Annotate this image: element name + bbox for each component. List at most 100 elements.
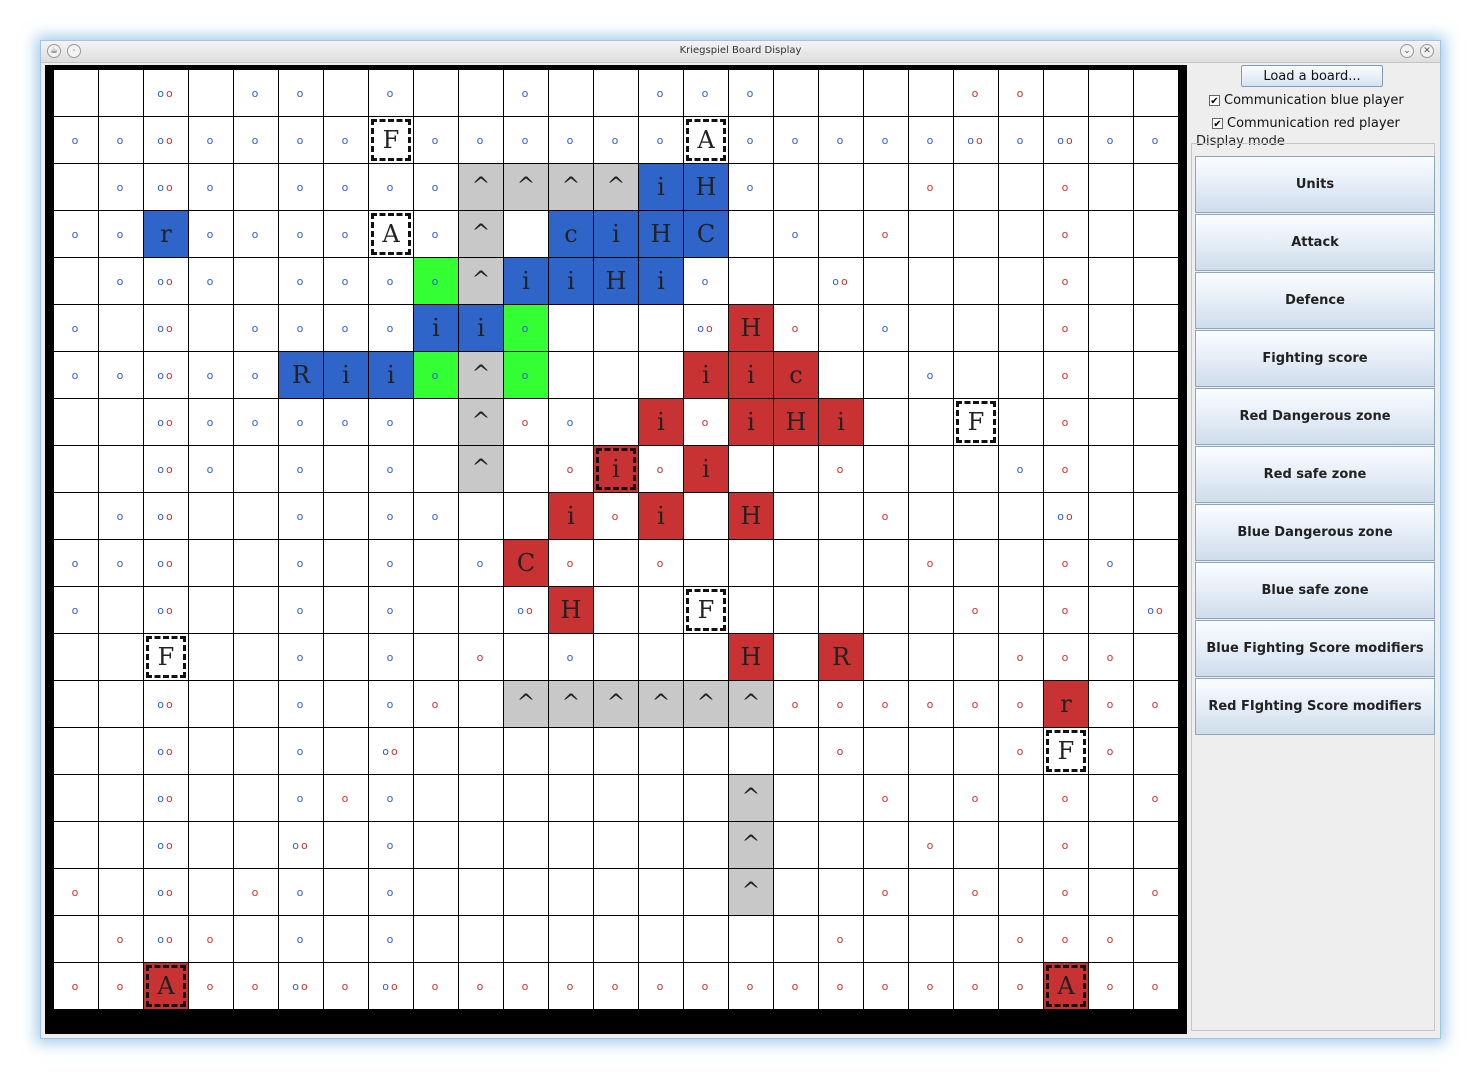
board-cell[interactable]: H xyxy=(684,164,728,210)
board-cell[interactable]: i xyxy=(549,493,593,539)
display-mode-button[interactable]: Units xyxy=(1195,156,1435,213)
board-cell[interactable]: o xyxy=(909,164,953,210)
board-cell[interactable]: C xyxy=(684,211,728,257)
board-cell[interactable] xyxy=(189,587,233,633)
board-cell[interactable]: o xyxy=(954,869,998,915)
board-cell[interactable]: o xyxy=(819,446,863,492)
board-cell[interactable]: o xyxy=(639,540,683,586)
board-cell[interactable] xyxy=(729,916,773,962)
board-cell[interactable]: oo xyxy=(504,587,548,633)
board-cell[interactable]: o xyxy=(1134,117,1178,163)
board-cell[interactable]: oo xyxy=(144,728,188,774)
board-cell[interactable] xyxy=(234,587,278,633)
board-cell[interactable] xyxy=(99,587,143,633)
board-cell[interactable] xyxy=(594,70,638,116)
board-cell[interactable] xyxy=(54,399,98,445)
board-cell[interactable]: ^ xyxy=(504,681,548,727)
board-cell[interactable] xyxy=(954,493,998,539)
board-cell[interactable]: o xyxy=(819,963,863,1009)
board-cell[interactable]: o xyxy=(369,70,413,116)
board-cell[interactable] xyxy=(1089,305,1133,351)
board-cell[interactable]: oo xyxy=(144,493,188,539)
board-cell[interactable] xyxy=(954,728,998,774)
board-cell[interactable] xyxy=(909,775,953,821)
board-cell[interactable]: i xyxy=(729,352,773,398)
board-cell[interactable] xyxy=(234,258,278,304)
board-cell[interactable]: c xyxy=(774,352,818,398)
board-cell[interactable] xyxy=(504,869,548,915)
board-cell[interactable] xyxy=(729,258,773,304)
board-cell[interactable] xyxy=(819,164,863,210)
board-cell[interactable]: F xyxy=(1044,728,1088,774)
board-cell[interactable]: o xyxy=(234,117,278,163)
board-cell[interactable]: o xyxy=(99,540,143,586)
board-cell[interactable]: o xyxy=(1044,775,1088,821)
board-cell[interactable]: o xyxy=(1089,916,1133,962)
board-cell[interactable]: i xyxy=(639,399,683,445)
board-cell[interactable]: o xyxy=(279,916,323,962)
board-cell[interactable] xyxy=(324,869,368,915)
board-cell[interactable] xyxy=(1134,211,1178,257)
board-cell[interactable] xyxy=(954,916,998,962)
load-board-button[interactable]: Load a board... xyxy=(1241,65,1383,87)
board-cell[interactable] xyxy=(414,822,458,868)
board-cell[interactable] xyxy=(1134,399,1178,445)
board-cell[interactable]: o xyxy=(279,869,323,915)
board-cell[interactable]: o xyxy=(774,963,818,1009)
board-cell[interactable]: o xyxy=(459,117,503,163)
board-cell[interactable] xyxy=(324,634,368,680)
board-cell[interactable]: o xyxy=(954,963,998,1009)
board-cell[interactable] xyxy=(1089,775,1133,821)
board-cell[interactable]: o xyxy=(369,446,413,492)
board-cell[interactable] xyxy=(234,634,278,680)
board-cell[interactable] xyxy=(999,540,1043,586)
board-cell[interactable] xyxy=(1134,164,1178,210)
board-cell[interactable]: oo xyxy=(279,963,323,1009)
board-cell[interactable] xyxy=(864,258,908,304)
board-cell[interactable]: o xyxy=(999,963,1043,1009)
board-cell[interactable]: o xyxy=(369,305,413,351)
board-cell[interactable]: i xyxy=(594,446,638,492)
board-cell[interactable]: ^ xyxy=(459,164,503,210)
board-cell[interactable]: oo xyxy=(1044,493,1088,539)
board-cell[interactable] xyxy=(999,493,1043,539)
board-cell[interactable] xyxy=(774,822,818,868)
board-cell[interactable]: o xyxy=(1134,775,1178,821)
communication-red-checkbox-row[interactable]: ✔ Communication red player xyxy=(1212,114,1400,132)
board-cell[interactable]: o xyxy=(369,916,413,962)
board-cell[interactable]: o xyxy=(279,399,323,445)
board-cell[interactable] xyxy=(594,822,638,868)
board-cell[interactable] xyxy=(999,775,1043,821)
board-cell[interactable] xyxy=(504,775,548,821)
board-cell[interactable]: o xyxy=(369,587,413,633)
board-cell[interactable] xyxy=(414,728,458,774)
board-cell[interactable]: o xyxy=(684,399,728,445)
board-cell[interactable]: o xyxy=(1044,634,1088,680)
board-cell[interactable] xyxy=(909,70,953,116)
board-cell[interactable]: o xyxy=(369,540,413,586)
board-cell[interactable] xyxy=(1089,70,1133,116)
board-cell[interactable] xyxy=(549,728,593,774)
board-cell[interactable] xyxy=(1089,493,1133,539)
board-cell[interactable]: o xyxy=(504,117,548,163)
chevron-down-icon[interactable]: ⌄ xyxy=(1400,44,1414,58)
board-cell[interactable]: o xyxy=(1044,164,1088,210)
board-cell[interactable]: o xyxy=(999,916,1043,962)
board-cell[interactable] xyxy=(54,634,98,680)
board-cell[interactable]: o xyxy=(1044,916,1088,962)
board-cell[interactable]: ^ xyxy=(729,681,773,727)
board-cell[interactable] xyxy=(99,305,143,351)
board-cell[interactable] xyxy=(1134,916,1178,962)
board-cell[interactable]: ^ xyxy=(549,164,593,210)
board-cell[interactable]: o xyxy=(1044,822,1088,868)
board-cell[interactable]: oo xyxy=(144,822,188,868)
board-cell[interactable]: o xyxy=(324,258,368,304)
board-cell[interactable] xyxy=(999,822,1043,868)
board-cell[interactable] xyxy=(1089,164,1133,210)
board-cell[interactable] xyxy=(54,728,98,774)
board-cell[interactable]: o xyxy=(639,963,683,1009)
board-cell[interactable] xyxy=(99,634,143,680)
board-cell[interactable]: i xyxy=(684,446,728,492)
board-cell[interactable] xyxy=(639,728,683,774)
board-cell[interactable]: o xyxy=(99,258,143,304)
